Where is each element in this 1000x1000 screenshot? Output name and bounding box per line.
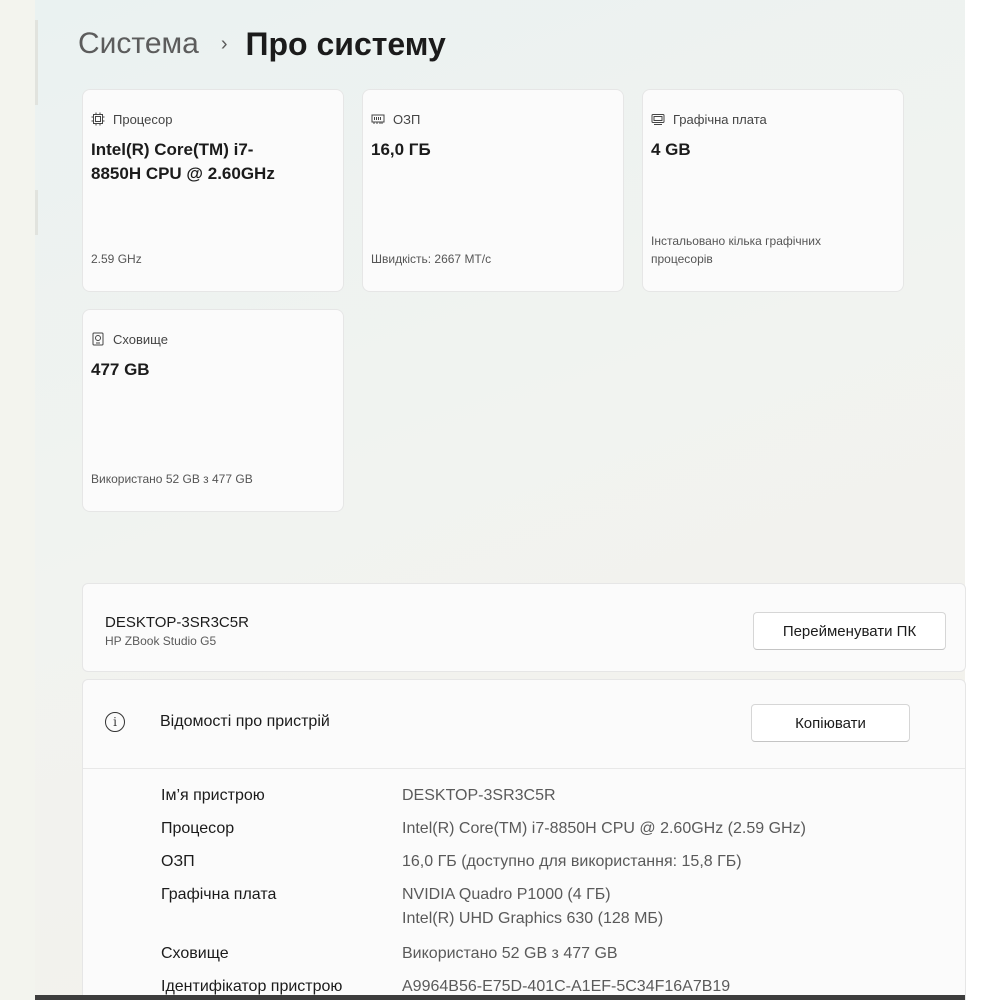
pc-model: HP ZBook Studio G5 (105, 634, 217, 648)
scroll-indicator (35, 20, 38, 105)
window-edge (965, 0, 1000, 1000)
cpu-card: Процесор Intel(R) Core(TM) i7-8850H CPU … (82, 89, 344, 292)
processor-icon (91, 112, 105, 126)
display-adapter-icon (651, 114, 665, 125)
copy-button[interactable]: Копіювати (751, 704, 910, 742)
breadcrumb: Система › Про систему (78, 22, 446, 66)
ram-card-speed: Швидкість: 2667 МТ/с (371, 252, 492, 266)
ram-card-value: 16,0 ГБ (371, 140, 431, 159)
navigation-pane-edge (0, 0, 35, 1000)
gpu-card-value: 4 GB (651, 140, 691, 159)
spec-label-device-name: Ім’я пристрою (161, 787, 265, 804)
spec-value-storage: Використано 52 GB з 477 GB (402, 945, 618, 962)
cpu-card-speed: 2.59 GHz (91, 252, 142, 266)
device-info-panel: i Відомості про пристрій Копіювати Ім’я … (82, 679, 966, 1000)
info-icon: i (105, 712, 125, 732)
divider (83, 768, 965, 769)
spec-value-device-name: DESKTOP-3SR3C5R (402, 787, 556, 804)
spec-value-ram: 16,0 ГБ (доступно для використання: 15,8… (402, 853, 742, 870)
device-info-title: Відомості про пристрій (160, 713, 330, 730)
pc-name: DESKTOP-3SR3C5R (105, 614, 249, 631)
ram-card-label: ОЗП (393, 111, 421, 127)
cpu-card-label: Процесор (113, 111, 173, 127)
page-title: Про систему (245, 25, 446, 62)
spec-value-processor: Intel(R) Core(TM) i7-8850H CPU @ 2.60GHz… (402, 820, 806, 837)
scroll-indicator (35, 190, 38, 235)
storage-card-value: 477 GB (91, 360, 150, 379)
storage-icon (92, 332, 104, 346)
memory-icon (371, 114, 385, 124)
breadcrumb-parent-link[interactable]: Система (78, 27, 199, 61)
storage-card-label: Сховище (113, 331, 168, 347)
rename-pc-button[interactable]: Перейменувати ПК (753, 612, 946, 650)
spec-label-storage: Сховище (161, 945, 229, 962)
spec-label-ram: ОЗП (161, 853, 195, 870)
gpu-card-note: Інстальовано кілька графічних процесорів (651, 234, 822, 266)
taskbar-edge (35, 995, 965, 1000)
ram-card: ОЗП 16,0 ГБ Швидкість: 2667 МТ/с (362, 89, 624, 292)
spec-label-processor: Процесор (161, 820, 235, 837)
breadcrumb-separator: › (220, 32, 228, 55)
cpu-card-value: Intel(R) Core(TM) i7-8850H CPU @ 2.60GHz (91, 140, 275, 183)
spec-value-device-id: A9964B56-E75D-401C-A1EF-5C34F16A7B19 (402, 978, 731, 995)
pc-name-panel: DESKTOP-3SR3C5R HP ZBook Studio G5 Перей… (82, 583, 966, 672)
gpu-card-label: Графічна плата (673, 111, 767, 127)
storage-card: Сховище 477 GB Використано 52 GB з 477 G… (82, 309, 344, 512)
gpu-card: Графічна плата 4 GB Інстальовано кілька … (642, 89, 904, 292)
spec-value-graphics-secondary: Intel(R) UHD Graphics 630 (128 МБ) (402, 910, 664, 927)
storage-card-usage: Використано 52 GB з 477 GB (91, 472, 253, 486)
spec-label-device-id: Ідентифікатор пристрою (161, 978, 343, 995)
spec-label-graphics: Графічна плата (161, 886, 277, 903)
spec-value-graphics-primary: NVIDIA Quadro P1000 (4 ГБ) (402, 886, 611, 903)
